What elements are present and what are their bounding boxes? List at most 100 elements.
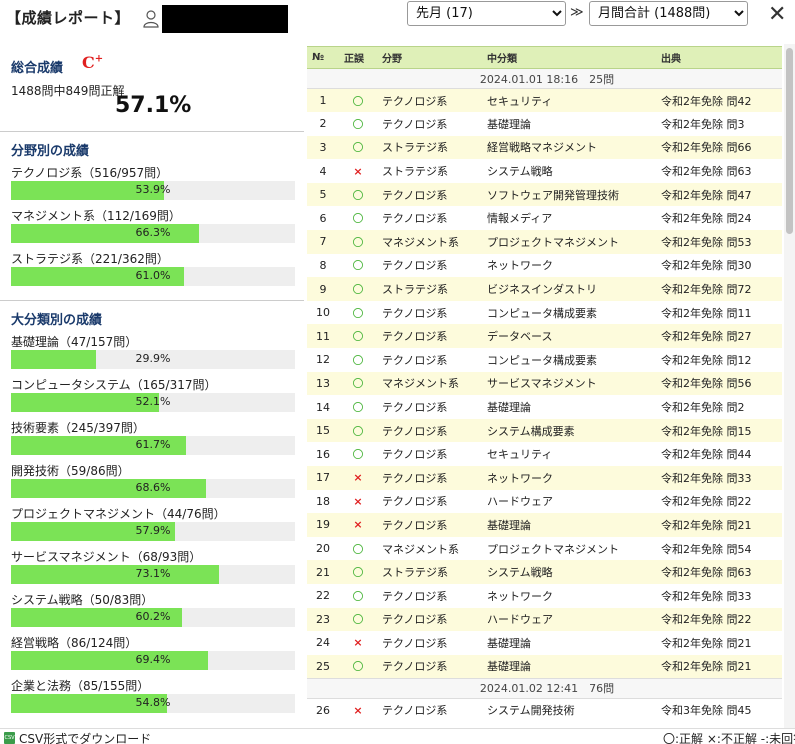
correct-mark: 〇 [352,353,364,367]
correct-mark: 〇 [352,188,364,202]
row-category: 基礎理論 [482,513,656,537]
score-item-label: 開発技術（59/86問） [11,464,130,478]
correct-mark: 〇 [352,424,364,438]
table-row[interactable]: 26 × テクノロジ系 システム開発技術 令和3年免除 問45 [307,698,782,722]
row-number: 24 [316,636,330,650]
row-source: 令和2年免除 問15 [656,418,782,443]
table-row[interactable]: 24 × テクノロジ系 基礎理論 令和2年免除 問21 [307,631,782,655]
row-category: 基礎理論 [487,401,531,415]
table-row[interactable]: 25 〇テクノロジ系 基礎理論 令和2年免除 問21 [307,654,782,679]
score-bar: 54.8% [11,694,295,713]
row-result: × [339,513,377,537]
score-bar: 68.6% [11,479,295,498]
correct-mark: 〇 [352,401,364,415]
row-source: 令和2年免除 問72 [656,277,782,301]
score-bar: 66.3% [11,224,295,243]
session-header: 2024.01.02 12:41 76問 [307,677,782,699]
row-category: ハードウェア [482,607,656,632]
row-category: プロジェクトマネジメント [482,230,656,254]
table-row[interactable]: 10 〇 テクノロジ系 コンピュータ構成要素 令和2年免除 問11 [307,301,782,325]
row-field: ストラテジ系 [382,165,448,179]
table-row[interactable]: 13 〇マネジメント系 サービスマネジメント 令和2年免除 問56 [307,371,782,396]
table-row[interactable]: 8 〇 テクノロジ系 ネットワーク 令和2年免除 問30 [307,254,782,278]
table-row[interactable]: 4 × ストラテジ系 システム戦略 令和2年免除 問63 [307,159,782,183]
score-bar: 60.2% [11,608,295,627]
table-row[interactable]: 6 〇 テクノロジ系 情報メディア 令和2年免除 問24 [307,206,782,230]
row-number: 9 [307,277,339,301]
table-row[interactable]: 1 〇テクノロジ系 セキュリティ 令和2年免除 問42 [307,88,782,113]
grade-suffix: + [94,53,104,65]
table-row[interactable]: 12 〇 テクノロジ系 コンピュータ構成要素 令和2年免除 問12 [307,348,782,372]
table-row[interactable]: 15 〇テクノロジ系 システム構成要素 令和2年免除 問15 [307,418,782,443]
session-group-row: 2024.01.02 12:41 76問 [307,677,782,699]
row-field: テクノロジ系 [377,513,482,537]
range-select[interactable]: 月間合計 (1488問) [589,1,748,26]
table-row[interactable]: 21 〇ストラテジ系 システム戦略 令和2年免除 問63 [307,560,782,584]
correct-mark: 〇 [352,613,364,627]
table-row[interactable]: 18 × テクノロジ系 ハードウェア 令和2年免除 問22 [307,490,782,514]
redacted-username [162,5,288,33]
score-item-label: プロジェクトマネジメント（44/76問） [11,507,226,521]
table-row[interactable]: 9 〇ストラテジ系 ビジネスインダストリ 令和2年免除 問72 [307,277,782,301]
row-result: 〇 [339,301,377,325]
row-field: テクノロジ系 [382,401,448,415]
score-bar-percent: 29.9% [135,352,171,365]
table-row[interactable]: 3 〇ストラテジ系 経営戦略マネジメント 令和2年免除 問66 [307,135,782,160]
table-row[interactable]: 2 〇 テクノロジ系 基礎理論 令和2年免除 問3 [307,112,782,136]
incorrect-mark: × [353,636,363,650]
score-bar-percent: 68.6% [135,481,171,494]
scrollbar-thumb[interactable] [786,48,793,234]
field-section-title: 分野別の成績 [11,144,90,159]
col-header-result: 正誤 [339,46,377,69]
row-source: 令和2年免除 問56 [656,371,782,396]
row-result: 〇 [339,348,377,372]
csv-download-link[interactable]: CSV形式でダウンロード [19,730,151,744]
month-select[interactable]: 先月 (17) [407,1,566,26]
table-row[interactable]: 5 〇テクノロジ系 ソフトウェア開発管理技術 令和2年免除 問47 [307,182,782,207]
csv-file-icon[interactable]: CSV [4,732,15,744]
row-source: 令和2年免除 問42 [656,88,782,113]
score-bar-percent: 73.1% [135,567,171,580]
page-title: 【成績レポート】 [6,9,131,27]
row-number: 19 [307,513,339,537]
row-field: テクノロジ系 [382,117,448,131]
scrollbar[interactable] [784,44,795,728]
row-number: 12 [316,353,330,367]
row-result: 〇 [339,395,377,419]
score-bar-percent: 61.0% [135,269,171,282]
row-source: 令和2年免除 問30 [661,259,752,273]
score-item-label: サービスマネジメント（68/93問） [11,550,202,564]
row-number: 17 [307,466,339,490]
close-icon[interactable]: ✕ [768,4,786,26]
correct-mark: 〇 [352,660,364,674]
row-result: × [339,466,377,490]
table-row[interactable]: 23 〇テクノロジ系 ハードウェア 令和2年免除 問22 [307,607,782,632]
row-field: ストラテジ系 [377,135,482,160]
table-row[interactable]: 19 × テクノロジ系 基礎理論 令和2年免除 問21 [307,513,782,537]
row-category: ビジネスインダストリ [482,277,656,301]
table-row[interactable]: 14 〇 テクノロジ系 基礎理論 令和2年免除 問2 [307,395,782,419]
table-row[interactable]: 17 × テクノロジ系 ネットワーク 令和2年免除 問33 [307,466,782,490]
row-number: 14 [316,400,330,414]
table-row[interactable]: 20 〇 マネジメント系 プロジェクトマネジメント 令和2年免除 問54 [307,537,782,561]
grade-letter: C [82,53,95,72]
row-source: 令和2年免除 問44 [661,448,752,462]
table-row[interactable]: 22 〇 テクノロジ系 ネットワーク 令和2年免除 問33 [307,584,782,608]
table-row[interactable]: 16 〇 テクノロジ系 セキュリティ 令和2年免除 問44 [307,442,782,466]
score-bar-percent: 53.9% [135,183,171,196]
row-number: 20 [316,542,330,556]
table-row[interactable]: 7 〇マネジメント系 プロジェクトマネジメント 令和2年免除 問53 [307,230,782,254]
row-source: 令和2年免除 問11 [661,306,752,320]
row-source: 令和2年免除 問3 [661,117,745,131]
row-source: 令和2年免除 問54 [661,542,752,556]
row-result: × [339,490,377,514]
overall-title: 総合成績 [11,61,64,76]
row-category: 情報メディア [487,212,553,226]
row-result: × [339,159,377,183]
row-category: システム開発技術 [487,704,575,718]
table-row[interactable]: 11 〇テクノロジ系 データベース 令和2年免除 問27 [307,324,782,349]
row-source: 令和3年免除 問45 [661,704,752,718]
row-source: 令和2年免除 問63 [661,165,752,179]
row-result: 〇 [339,371,377,396]
row-source: 令和2年免除 問22 [661,495,752,509]
